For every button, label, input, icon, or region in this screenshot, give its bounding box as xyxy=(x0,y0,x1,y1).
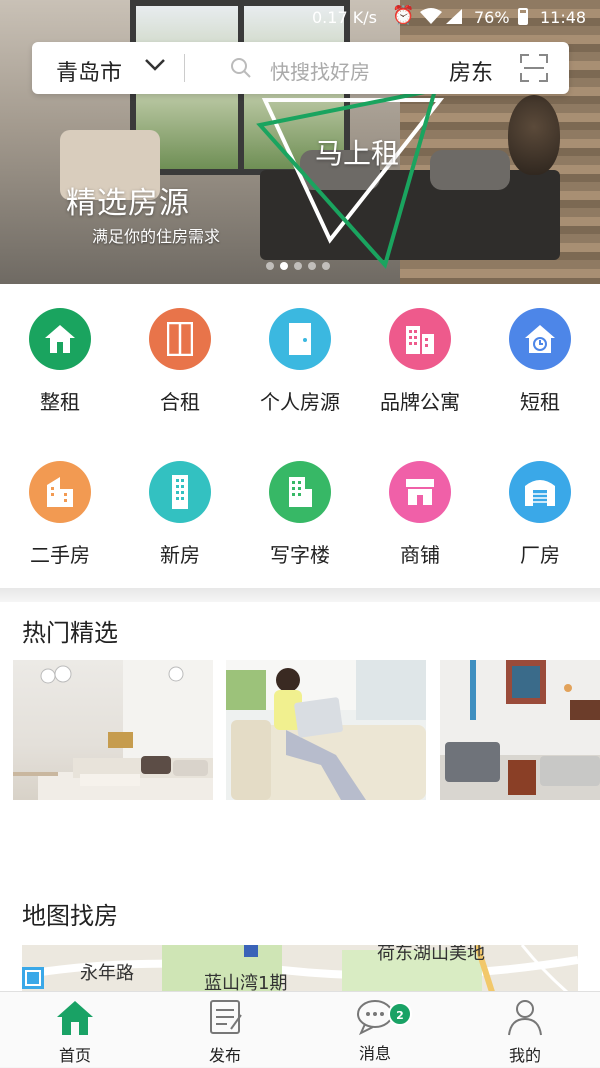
bottom-navigation: 首页 发布 2 消息 我的 xyxy=(0,991,600,1067)
nav-home[interactable]: 首页 xyxy=(0,992,150,1068)
hot-pick-card[interactable] xyxy=(226,660,426,800)
building-icon xyxy=(29,461,91,523)
nav-label: 我的 xyxy=(508,1046,541,1065)
category-brand-apartment[interactable]: 品牌公寓 xyxy=(360,308,480,415)
search-icon xyxy=(231,58,251,78)
category-grid: 整租 合租 个人房源 品牌公寓 短租 二手房 新房 写字楼 商铺 厂房 xyxy=(0,284,600,588)
map-street-label: 永年路 xyxy=(80,963,134,984)
door-icon xyxy=(149,308,211,370)
category-label: 厂房 xyxy=(520,543,560,567)
pagination-dot-active[interactable] xyxy=(280,262,288,270)
category-whole-rent[interactable]: 整租 xyxy=(0,308,120,415)
tower-icon xyxy=(149,461,211,523)
network-speed: 0.17 K/s xyxy=(312,8,377,27)
category-label: 个人房源 xyxy=(260,390,340,414)
profile-icon xyxy=(508,1000,542,1036)
map-place-label: 荷东湖山美地 xyxy=(377,945,485,964)
pagination-dot[interactable] xyxy=(294,262,302,270)
nav-messages[interactable]: 2 消息 xyxy=(300,992,450,1068)
banner-triangle-graphic xyxy=(256,87,445,270)
nav-label: 首页 xyxy=(58,1046,91,1065)
room-photo xyxy=(13,660,213,800)
category-office[interactable]: 写字楼 xyxy=(240,461,360,568)
home-icon xyxy=(57,1001,93,1035)
search-input[interactable]: 快搜找好房 xyxy=(270,56,370,85)
battery-icon xyxy=(518,8,528,25)
factory-icon xyxy=(509,461,571,523)
map-place-label: 蓝山湾1期 xyxy=(204,973,288,992)
room-photo xyxy=(440,660,600,800)
category-label: 新房 xyxy=(160,543,200,567)
landlord-button[interactable]: 房东 xyxy=(449,55,493,87)
hot-pick-card[interactable] xyxy=(440,660,600,800)
clock-time: 11:48 xyxy=(540,8,587,27)
hot-picks-title: 热门精选 xyxy=(22,619,118,647)
single-door-icon xyxy=(269,308,331,370)
room-photo xyxy=(226,660,426,800)
category-label: 整租 xyxy=(40,390,80,414)
category-label: 合租 xyxy=(160,390,200,414)
banner-headline: 精选房源 xyxy=(66,186,190,221)
category-label: 二手房 xyxy=(30,543,90,567)
house-icon xyxy=(29,308,91,370)
apartment-icon xyxy=(389,308,451,370)
signal-icon xyxy=(446,9,462,24)
category-factory[interactable]: 厂房 xyxy=(480,461,600,568)
category-short-rent[interactable]: 短租 xyxy=(480,308,600,415)
nav-label: 发布 xyxy=(208,1046,241,1065)
nav-label: 消息 xyxy=(358,1044,391,1063)
banner-badge-text: 马上租 xyxy=(315,137,400,170)
divider xyxy=(184,54,185,82)
search-bar: 青岛市 快搜找好房 房东 xyxy=(32,42,569,94)
category-shared-rent[interactable]: 合租 xyxy=(120,308,240,415)
category-second-hand[interactable]: 二手房 xyxy=(0,461,120,568)
clock-house-icon xyxy=(509,308,571,370)
scan-icon[interactable] xyxy=(519,53,549,83)
section-divider xyxy=(0,588,600,602)
category-shop[interactable]: 商铺 xyxy=(360,461,480,568)
publish-icon xyxy=(210,1000,242,1034)
hot-pick-card[interactable] xyxy=(13,660,213,800)
pagination-dot[interactable] xyxy=(308,262,316,270)
message-badge: 2 xyxy=(388,1002,412,1026)
banner-subline: 满足你的住房需求 xyxy=(92,227,221,246)
wifi-icon xyxy=(420,8,442,24)
category-label: 写字楼 xyxy=(270,543,330,567)
nav-publish[interactable]: 发布 xyxy=(150,992,300,1068)
category-new-house[interactable]: 新房 xyxy=(120,461,240,568)
status-bar: 0.17 K/s ⏰ 76% 11:48 xyxy=(0,0,600,34)
alarm-icon: ⏰ xyxy=(392,5,415,26)
map-view[interactable]: 永年路 蓝山湾1期 荷东湖山美地 xyxy=(22,945,578,992)
city-selector[interactable]: 青岛市 xyxy=(56,55,122,87)
category-personal-listing[interactable]: 个人房源 xyxy=(240,308,360,415)
battery-percent: 76% xyxy=(474,8,510,27)
nav-profile[interactable]: 我的 xyxy=(450,992,600,1068)
chevron-down-icon[interactable] xyxy=(144,58,166,72)
pagination-dot[interactable] xyxy=(266,262,274,270)
shop-icon xyxy=(389,461,451,523)
map-section-title: 地图找房 xyxy=(22,902,118,930)
pagination-dot[interactable] xyxy=(322,262,330,270)
banner-pendant-lamp xyxy=(508,95,560,175)
banner-pagination xyxy=(266,262,330,270)
category-label: 短租 xyxy=(520,390,560,414)
office-icon xyxy=(269,461,331,523)
category-label: 商铺 xyxy=(400,543,440,567)
category-label: 品牌公寓 xyxy=(380,390,460,414)
